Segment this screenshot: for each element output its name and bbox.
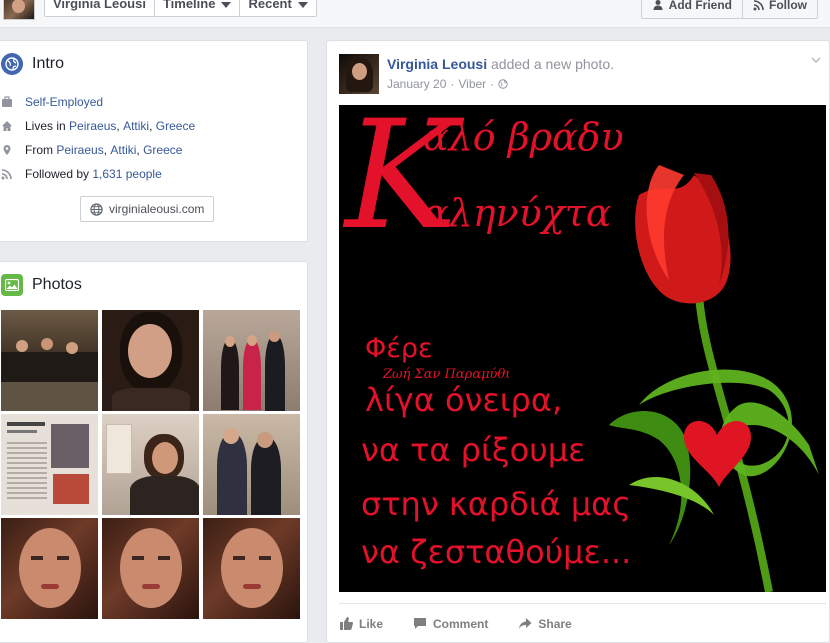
intro-list: Self-Employed Lives in Peiraeus, Attiki,…	[0, 90, 307, 186]
globe-icon	[90, 202, 103, 216]
home-icon	[2, 121, 12, 131]
profile-actions: Add Friend Follow	[640, 0, 818, 19]
greeting-line-2: αληνύχτα	[423, 191, 612, 235]
from-region-link[interactable]: Attiki	[110, 143, 136, 157]
phrase-6: να ζεσταθούμε...	[361, 533, 632, 571]
follow-label: Follow	[769, 0, 807, 12]
profile-name-link[interactable]: Virginia Leousi	[45, 0, 155, 16]
profile-top-bar: Virginia Leousi Timeline Recent Add Frie…	[0, 0, 830, 28]
intro-from: From Peiraeus, Attiki, Greece	[1, 138, 307, 162]
share-icon	[519, 618, 532, 629]
location-pin-icon	[3, 145, 11, 155]
share-label: Share	[538, 616, 572, 631]
followed-label: Followed by	[25, 167, 90, 181]
website-button[interactable]: virginialeousi.com	[80, 196, 215, 222]
phrase-2: Ζωή Σαν Παραμύθι	[383, 367, 511, 382]
share-button[interactable]: Share	[518, 616, 572, 631]
greeting-line-1: αλό βράδυ	[423, 115, 624, 159]
timeline-dropdown[interactable]: Timeline	[155, 0, 241, 16]
thumbs-up-icon	[340, 617, 353, 630]
lives-region-link[interactable]: Attiki	[123, 119, 149, 133]
follow-button[interactable]: Follow	[742, 0, 817, 18]
add-friend-icon	[653, 0, 663, 10]
profile-nav: Virginia Leousi Timeline Recent	[44, 0, 317, 17]
chevron-down-icon	[221, 2, 232, 8]
post-date-link[interactable]: January 20	[387, 77, 446, 91]
photos-title: Photos	[32, 276, 82, 293]
comment-button[interactable]: Comment	[413, 617, 488, 631]
photo-thumbnail[interactable]	[1, 310, 98, 411]
public-globe-icon[interactable]	[498, 79, 508, 89]
chevron-down-icon[interactable]	[811, 55, 821, 65]
intro-work: Self-Employed	[1, 90, 307, 114]
photos-card: Photos	[0, 261, 308, 643]
post-actions: Like Comment Share	[339, 603, 826, 635]
lives-country-link[interactable]: Greece	[156, 119, 195, 133]
phrase-1: Φέρε	[365, 333, 433, 364]
photo-thumbnail[interactable]	[203, 518, 300, 619]
recent-dropdown[interactable]: Recent	[240, 0, 315, 16]
profile-name: Virginia Leousi	[53, 0, 146, 11]
photo-thumbnail[interactable]	[1, 414, 98, 515]
photos-header: Photos	[0, 262, 307, 296]
briefcase-icon	[2, 96, 12, 107]
followers-link[interactable]: 1,631 people	[92, 167, 161, 181]
photos-icon	[1, 274, 23, 296]
phrase-5: στην καρδιά μας	[361, 485, 632, 523]
phrase-4: να τα ρίξουμε	[361, 431, 586, 469]
photo-thumbnail[interactable]	[102, 310, 199, 411]
post-photo[interactable]: K αλό βράδυ αληνύχτα Φέρε Ζωή Σαν Παραμύ…	[339, 105, 826, 592]
from-country-link[interactable]: Greece	[143, 143, 182, 157]
lives-city-link[interactable]: Peiraeus	[69, 119, 116, 133]
intro-followers: Followed by 1,631 people	[1, 162, 307, 186]
rss-icon	[1, 169, 12, 180]
post-meta: January 20 · Viber ·	[387, 77, 508, 91]
post-author-avatar[interactable]	[339, 54, 379, 94]
comment-label: Comment	[433, 616, 489, 631]
chevron-down-icon	[297, 2, 308, 8]
globe-icon	[1, 53, 23, 75]
lives-label: Lives in	[25, 119, 66, 133]
like-label: Like	[359, 616, 384, 631]
phrase-3: λίγα όνειρα,	[365, 381, 563, 419]
intro-title: Intro	[32, 55, 65, 72]
post-header: Virginia Leousi added a new photo.	[387, 56, 614, 72]
work-link[interactable]: Self-Employed	[25, 95, 103, 109]
recent-label: Recent	[248, 0, 292, 11]
website-label: virginialeousi.com	[109, 202, 205, 216]
intro-card: Intro Self-Employed Lives in Peiraeus, A…	[0, 40, 308, 242]
photo-thumbnail[interactable]	[1, 518, 98, 619]
photo-thumbnail[interactable]	[102, 414, 199, 515]
post-card: Virginia Leousi added a new photo. Janua…	[326, 40, 830, 643]
intro-lives: Lives in Peiraeus, Attiki, Greece	[1, 114, 307, 138]
from-label: From	[25, 143, 53, 157]
post-action-text: added a new photo.	[491, 56, 614, 72]
like-button[interactable]: Like	[339, 617, 383, 631]
post-source: Viber	[458, 77, 487, 91]
add-friend-button[interactable]: Add Friend	[642, 0, 742, 18]
intro-header: Intro	[0, 41, 307, 75]
profile-thumbnail[interactable]	[3, 0, 35, 20]
post-author-link[interactable]: Virginia Leousi	[387, 56, 487, 72]
timeline-label: Timeline	[162, 0, 216, 11]
photo-thumbnail[interactable]	[203, 414, 300, 515]
photo-thumbnail[interactable]	[102, 518, 199, 619]
comment-icon	[414, 618, 427, 629]
add-friend-label: Add Friend	[668, 0, 732, 12]
from-city-link[interactable]: Peiraeus	[56, 143, 103, 157]
photo-thumbnail[interactable]	[203, 310, 300, 411]
rss-icon	[753, 0, 764, 10]
